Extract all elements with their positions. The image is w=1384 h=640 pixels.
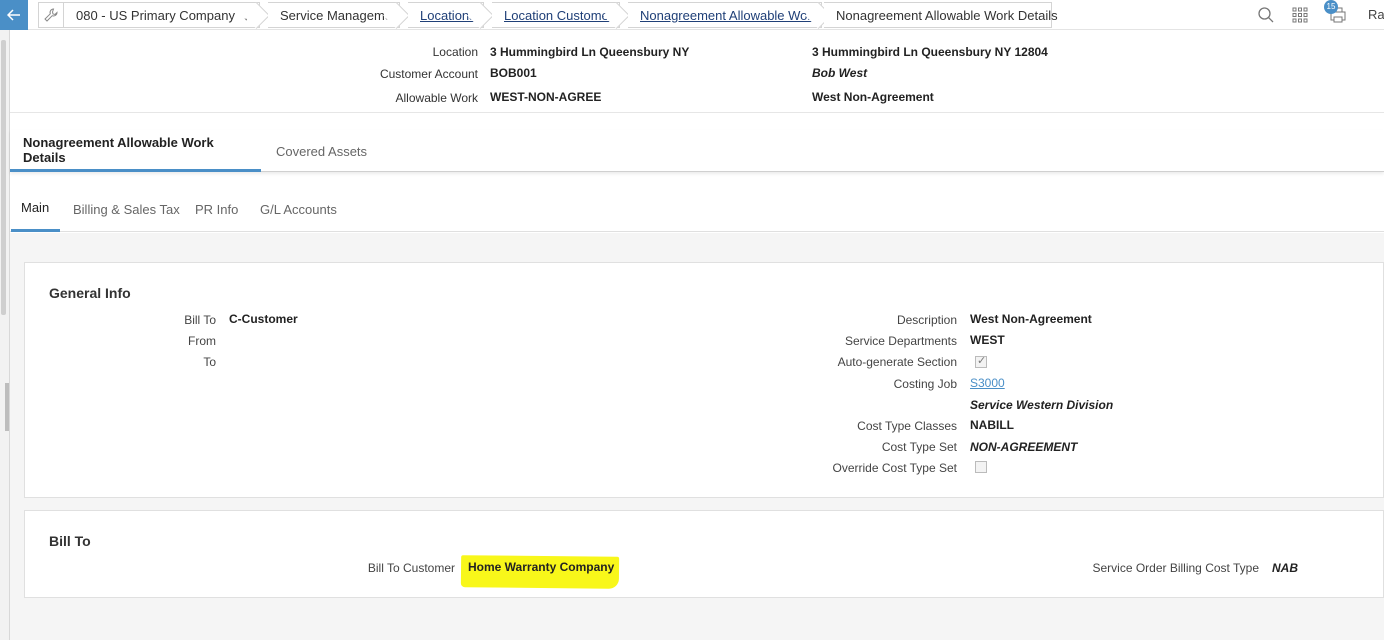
tab-billing-sales-tax[interactable]: Billing & Sales Tax bbox=[73, 186, 180, 232]
tab-main[interactable]: Main bbox=[11, 186, 60, 232]
breadcrumb-service-management[interactable]: Service Management bbox=[268, 2, 410, 29]
override-cost-type-set-label: Override Cost Type Set bbox=[832, 461, 958, 475]
wrench-icon[interactable] bbox=[38, 2, 64, 28]
allowable-work-description: West Non-Agreement bbox=[812, 90, 934, 104]
company-label: 080 - US Primary Company bbox=[76, 7, 235, 23]
left-scrollbar[interactable] bbox=[1, 40, 6, 315]
bill-to-title: Bill To bbox=[49, 533, 91, 549]
search-icon[interactable] bbox=[1256, 5, 1276, 25]
bill-to-customer-label: Bill To Customer bbox=[367, 561, 455, 575]
bill-to-value: C-Customer bbox=[229, 312, 298, 326]
breadcrumb-label: Nonagreement Allowable Work Details bbox=[836, 7, 1058, 23]
allowable-work-value: WEST-NON-AGREE bbox=[490, 90, 602, 104]
breadcrumb-location-customers[interactable]: Location Customers bbox=[492, 2, 630, 29]
location-full-address: 3 Hummingbird Ln Queensbury NY 12804 bbox=[812, 45, 1048, 59]
description-value: West Non-Agreement bbox=[970, 312, 1092, 326]
service-departments-label: Service Departments bbox=[844, 334, 957, 348]
notification-badge: 15 bbox=[1324, 0, 1338, 14]
auto-generate-section-checkbox[interactable] bbox=[975, 354, 987, 368]
location-value: 3 Hummingbird Ln Queensbury NY bbox=[490, 45, 690, 59]
back-arrow-icon[interactable] bbox=[0, 0, 28, 30]
company-selector[interactable]: 080 - US Primary Company ↓ bbox=[64, 2, 270, 29]
customer-name: Bob West bbox=[812, 66, 868, 80]
general-info-panel: General Info Bill To C-Customer From To … bbox=[24, 262, 1384, 498]
breadcrumb-nonagreement-allowable-work[interactable]: Nonagreement Allowable Work bbox=[628, 2, 832, 29]
service-departments-value: WEST bbox=[970, 333, 1005, 347]
bill-to-customer-value: Home Warranty Company bbox=[468, 560, 615, 574]
tab-pr-info[interactable]: PR Info bbox=[195, 186, 238, 232]
user-menu-label[interactable]: Ra bbox=[1368, 7, 1384, 22]
override-cost-type-set-checkbox[interactable] bbox=[975, 461, 987, 473]
sub-tabs: Main Billing & Sales Tax PR Info G/L Acc… bbox=[10, 186, 1384, 232]
cost-type-set-value: NON-AGREEMENT bbox=[970, 440, 1078, 454]
apps-grid-icon[interactable] bbox=[1290, 5, 1310, 25]
customer-account-value: BOB001 bbox=[490, 66, 537, 80]
tab-nonagreement-allowable-work-details[interactable]: Nonagreement Allowable Work Details bbox=[10, 130, 261, 172]
breadcrumb-locations[interactable]: Locations bbox=[408, 2, 494, 29]
breadcrumb-label: Nonagreement Allowable Work bbox=[640, 7, 819, 23]
general-info-title: General Info bbox=[49, 285, 131, 301]
allowable-work-label: Allowable Work bbox=[395, 91, 478, 105]
service-order-billing-cost-type-label: Service Order Billing Cost Type bbox=[1092, 561, 1259, 575]
costing-job-label: Costing Job bbox=[893, 377, 957, 391]
costing-job-description: Service Western Division bbox=[970, 398, 1114, 412]
bill-to-panel: Bill To Bill To Customer Service Order B… bbox=[24, 510, 1384, 598]
costing-job-link[interactable]: S3000 bbox=[970, 376, 1005, 390]
tab-gl-accounts[interactable]: G/L Accounts bbox=[260, 186, 337, 232]
service-order-billing-cost-type-value: NAB bbox=[1272, 561, 1298, 575]
customer-account-label: Customer Account bbox=[379, 67, 478, 81]
left-edge-strip bbox=[0, 0, 10, 640]
breadcrumb-current: Nonagreement Allowable Work Details bbox=[824, 2, 1058, 28]
cost-type-classes-label: Cost Type Classes bbox=[857, 419, 957, 433]
cost-type-classes-value: NABILL bbox=[970, 418, 1014, 432]
to-label: To bbox=[203, 355, 216, 369]
cost-type-set-label: Cost Type Set bbox=[881, 440, 957, 454]
location-label: Location bbox=[432, 45, 478, 59]
left-scroll-handle[interactable] bbox=[5, 383, 9, 431]
main-tabs: Nonagreement Allowable Work Details Cove… bbox=[10, 130, 1384, 172]
top-bar: 080 - US Primary Company ↓ Service Manag… bbox=[28, 0, 1384, 30]
from-label: From bbox=[188, 334, 216, 348]
auto-generate-section-label: Auto-generate Section bbox=[837, 355, 957, 369]
bill-to-label: Bill To bbox=[184, 313, 216, 327]
tab-covered-assets[interactable]: Covered Assets bbox=[263, 130, 380, 172]
description-label: Description bbox=[896, 313, 957, 327]
